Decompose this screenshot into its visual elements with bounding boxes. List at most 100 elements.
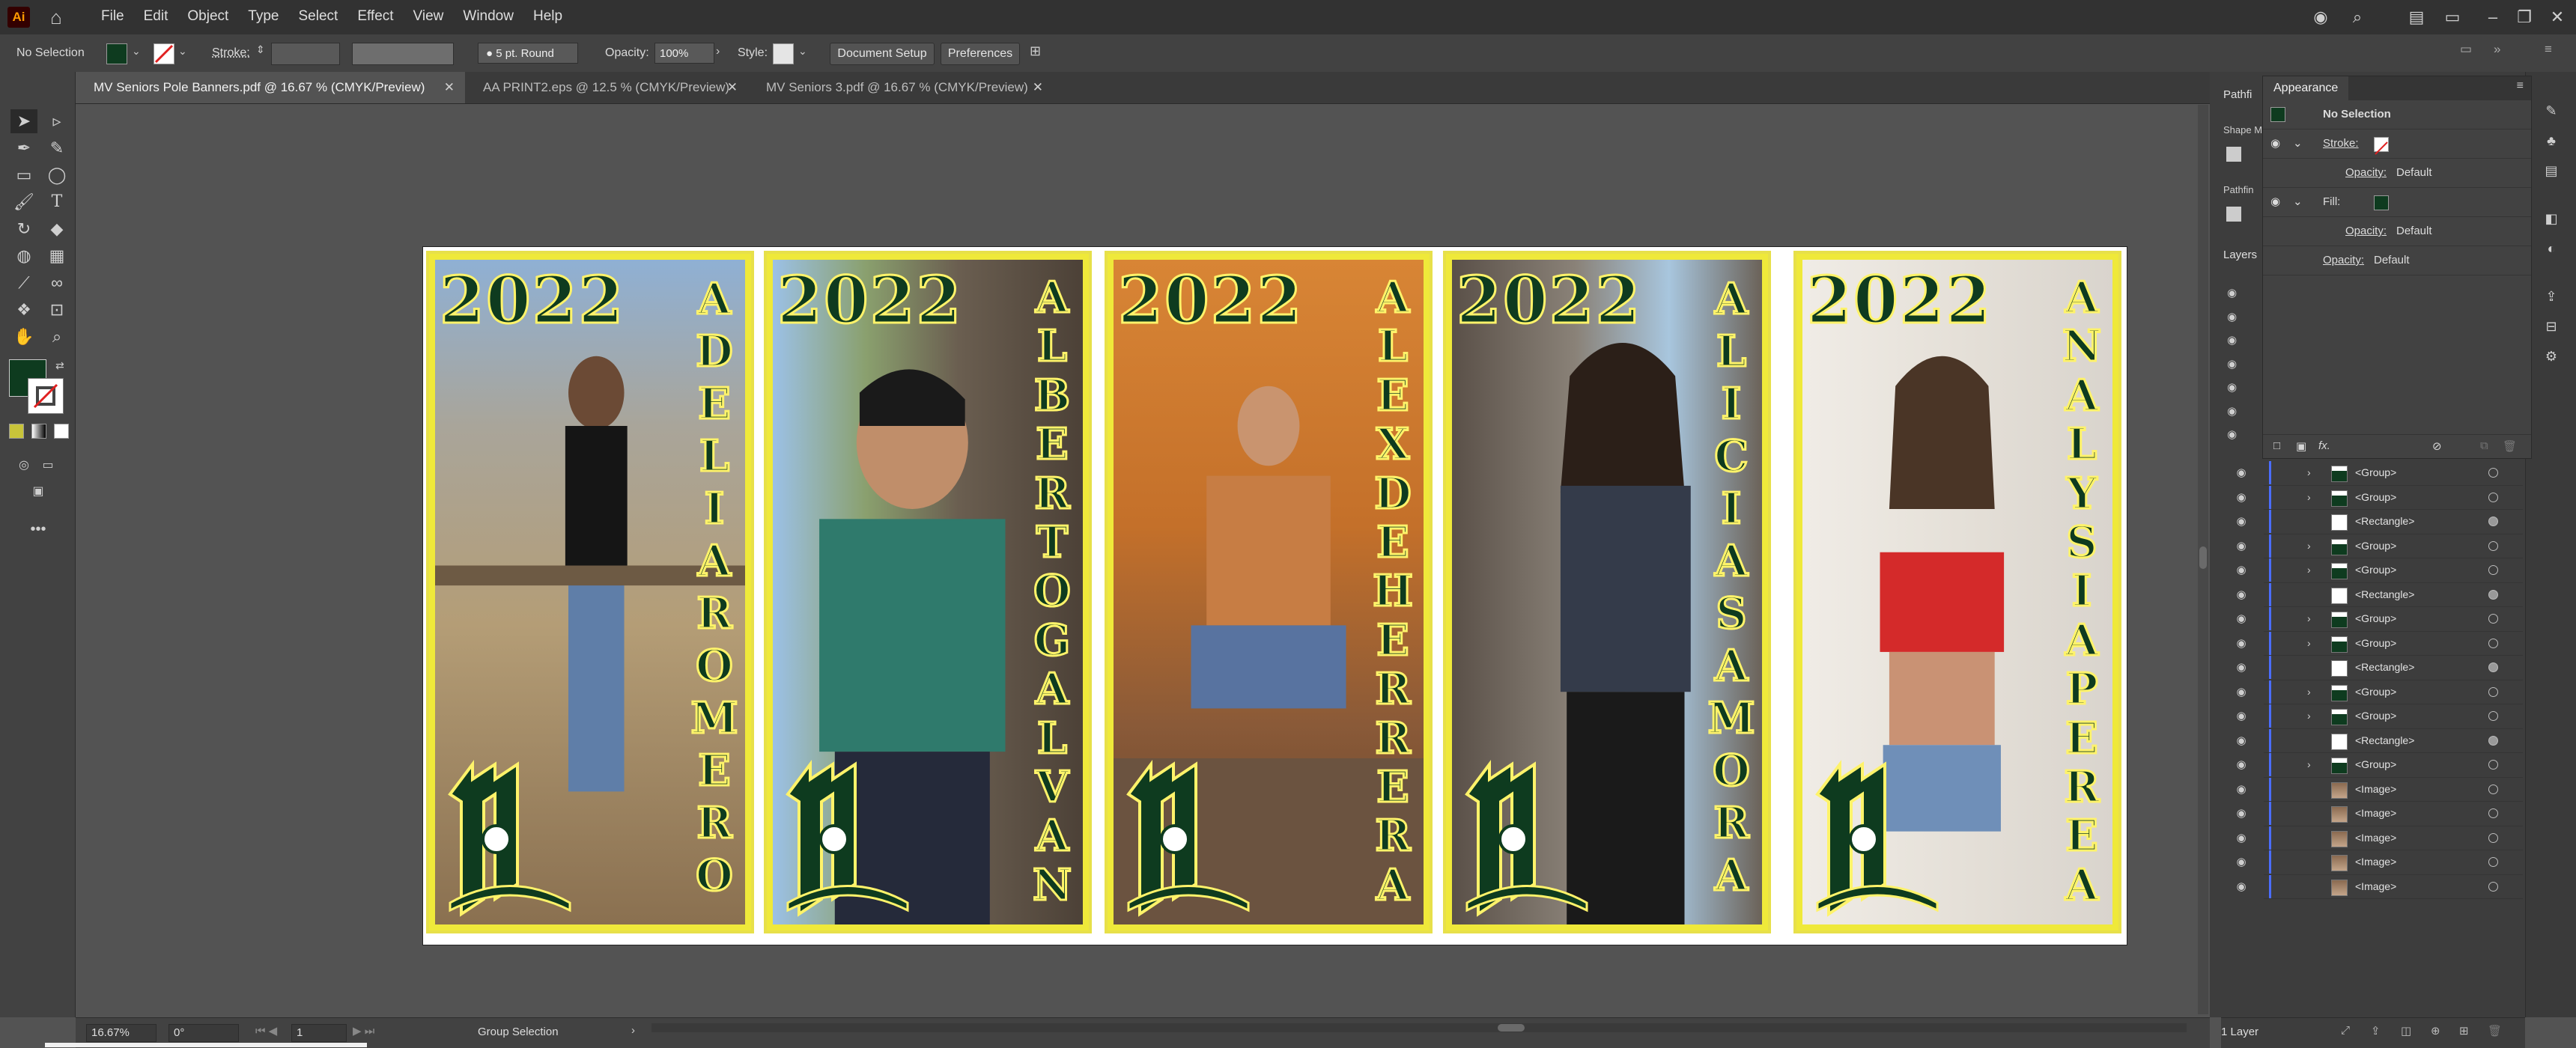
curvature-tool-icon[interactable]: ✎ — [43, 136, 70, 160]
target-icon[interactable] — [2488, 638, 2498, 648]
paintbrush-tool-icon[interactable]: 🖌 — [10, 190, 37, 214]
menu-window[interactable]: Window — [453, 0, 523, 34]
menu-help[interactable]: Help — [523, 0, 572, 34]
chevron-right-icon[interactable]: › — [2307, 461, 2311, 484]
stepper-icon[interactable]: ⇕ — [256, 43, 265, 56]
delete-item-icon[interactable]: 🗑 — [2503, 439, 2517, 453]
artboard-tool-icon[interactable]: ⊡ — [43, 298, 70, 322]
tab-mv-seniors-3[interactable]: MV Seniors 3.pdf @ 16.67 % (CMYK/Preview… — [748, 72, 1054, 103]
artboard[interactable]: 2022 ADELIAROMERO 2022 ALBERTOGALVAN 202… — [423, 247, 2127, 945]
layer-row[interactable]: ◉ › <Group> — [2236, 485, 2523, 510]
layer-row[interactable]: ◉ <Image> — [2236, 802, 2523, 826]
stroke-none-swatch[interactable] — [2374, 137, 2389, 155]
eye-icon[interactable]: ◉ — [2232, 607, 2250, 630]
layer-row[interactable]: ◉ › <Group> — [2236, 558, 2523, 583]
eye-icon[interactable]: ◉ — [2232, 558, 2250, 582]
layer-row[interactable]: ◉ <Rectangle> — [2236, 582, 2523, 607]
target-icon[interactable] — [2488, 686, 2498, 697]
zoom-field[interactable]: 16.67% — [86, 1024, 157, 1042]
next-artboard-icon[interactable]: ▶ ⏭ — [353, 1024, 374, 1038]
color-mode-icon[interactable] — [9, 424, 24, 439]
pen-tool-icon[interactable]: ✒ — [10, 136, 37, 160]
divide-icon[interactable] — [2226, 207, 2241, 222]
change-screen-mode-icon[interactable]: ▣ — [25, 480, 52, 504]
gradient-mode-icon[interactable] — [31, 424, 46, 439]
banner-4[interactable]: 2022 ALICIASAMORA — [1443, 251, 1771, 933]
eye-icon[interactable]: ◉ — [2232, 753, 2250, 776]
horizontal-scrollbar[interactable] — [651, 1023, 2187, 1032]
locate-object-icon[interactable]: ⤢ — [2341, 1024, 2350, 1037]
eyedropper-tool-icon[interactable]: ⟋ — [10, 271, 37, 295]
make-clipping-mask-icon[interactable]: ◫ — [2401, 1024, 2411, 1038]
unite-icon[interactable] — [2226, 147, 2241, 162]
layer-row[interactable]: ◉ › <Group> — [2236, 631, 2523, 656]
appearance-object-opacity-row[interactable]: Opacity: Default — [2263, 246, 2531, 275]
layer-row[interactable]: ◉ › <Group> — [2236, 680, 2523, 704]
tab-aa-print2[interactable]: AA PRINT2.eps @ 12.5 % (CMYK/Preview) ✕ — [465, 72, 748, 103]
layer-row[interactable]: ◉ › <Group> — [2236, 753, 2523, 778]
minimize-icon[interactable]: – — [2482, 6, 2504, 28]
document-setup-button[interactable]: Document Setup — [830, 43, 935, 65]
chevron-right-icon[interactable]: › — [631, 1024, 635, 1037]
target-icon[interactable] — [2488, 589, 2498, 600]
layer-row[interactable]: ◉ › <Group> — [2236, 607, 2523, 632]
eye-icon[interactable]: ◉ — [2270, 130, 2280, 158]
direct-selection-tool-icon[interactable]: ▹ — [43, 109, 70, 133]
stroke-label[interactable]: Stroke: — [2323, 130, 2359, 158]
layer-row[interactable]: ◉ <Rectangle> — [2236, 728, 2523, 753]
artboard-navigation-field[interactable]: 1 — [291, 1024, 347, 1042]
eye-icon[interactable]: ◉ — [2227, 305, 2242, 329]
chevron-right-icon[interactable]: › — [2307, 704, 2311, 728]
eye-icon[interactable]: ◉ — [2232, 583, 2250, 606]
eye-icon[interactable]: ◉ — [2232, 729, 2250, 752]
eye-icon[interactable]: ◉ — [2232, 875, 2250, 898]
eye-icon[interactable]: ◉ — [2232, 778, 2250, 801]
menu-type[interactable]: Type — [238, 0, 288, 34]
layer-row[interactable]: ◉ <Image> — [2236, 850, 2523, 875]
symbol-sprayer-tool-icon[interactable]: ❖ — [10, 298, 37, 322]
export-icon[interactable]: ⇪ — [2371, 1024, 2381, 1038]
shape-builder-tool-icon[interactable]: ◍ — [10, 244, 37, 268]
gradient-panel-icon[interactable]: ◧ — [2538, 207, 2565, 231]
close-icon[interactable]: ✕ — [727, 72, 738, 103]
style-swatch[interactable] — [773, 43, 794, 64]
eye-icon[interactable]: ◉ — [2232, 510, 2250, 533]
eye-icon[interactable]: ◉ — [2232, 680, 2250, 704]
layer-row[interactable]: ◉ <Image> — [2236, 826, 2523, 850]
menu-object[interactable]: Object — [177, 0, 238, 34]
account-icon[interactable]: ◉ — [2309, 6, 2332, 28]
new-layer-icon[interactable]: ⊞ — [2459, 1024, 2469, 1038]
stroke-label[interactable]: Stroke: — [212, 34, 250, 72]
collapse-icon[interactable]: » — [2494, 42, 2500, 57]
layer-row[interactable]: ◉ › <Group> — [2236, 534, 2523, 558]
add-fill-icon[interactable]: ▣ — [2296, 439, 2306, 453]
eye-icon[interactable]: ◉ — [2232, 486, 2250, 509]
layer-row[interactable]: ◉ <Image> — [2236, 874, 2523, 899]
panel-menu-icon[interactable]: ≡ — [2545, 42, 2552, 57]
target-icon[interactable] — [2488, 614, 2498, 624]
chevron-down-icon[interactable]: ⌄ — [798, 45, 807, 58]
arrange-documents-icon[interactable]: ▤ — [2405, 6, 2428, 28]
layers-tab[interactable]: Layers — [2223, 249, 2257, 261]
eye-icon[interactable]: ◉ — [2270, 188, 2280, 216]
eye-icon[interactable]: ◉ — [2232, 656, 2250, 679]
new-sublayer-icon[interactable]: ⊕ — [2431, 1024, 2440, 1038]
align-icon[interactable]: ⊟ — [2538, 314, 2565, 338]
menu-edit[interactable]: Edit — [134, 0, 178, 34]
restore-icon[interactable]: ❐ — [2513, 6, 2536, 28]
target-icon[interactable] — [2488, 662, 2498, 672]
eye-icon[interactable]: ◉ — [2232, 534, 2250, 558]
panel-layout-icon[interactable]: ▭ — [2460, 42, 2472, 57]
eye-icon[interactable]: ◉ — [2232, 826, 2250, 850]
eye-icon[interactable]: ◉ — [2227, 423, 2242, 447]
eraser-tool-icon[interactable]: ◆ — [43, 217, 70, 241]
chevron-down-icon[interactable]: ⌄ — [178, 45, 187, 58]
none-mode-icon[interactable] — [54, 424, 69, 439]
export-icon[interactable]: ⇪ — [2538, 284, 2565, 308]
add-stroke-icon[interactable]: □ — [2273, 439, 2280, 452]
preferences-button[interactable]: Preferences — [941, 43, 1020, 65]
fill-swatch[interactable] — [106, 43, 127, 64]
draw-mode-icon[interactable]: ◎ — [10, 454, 37, 478]
chevron-right-icon[interactable]: › — [2307, 486, 2311, 509]
libraries-icon[interactable]: ▤ — [2538, 159, 2565, 183]
